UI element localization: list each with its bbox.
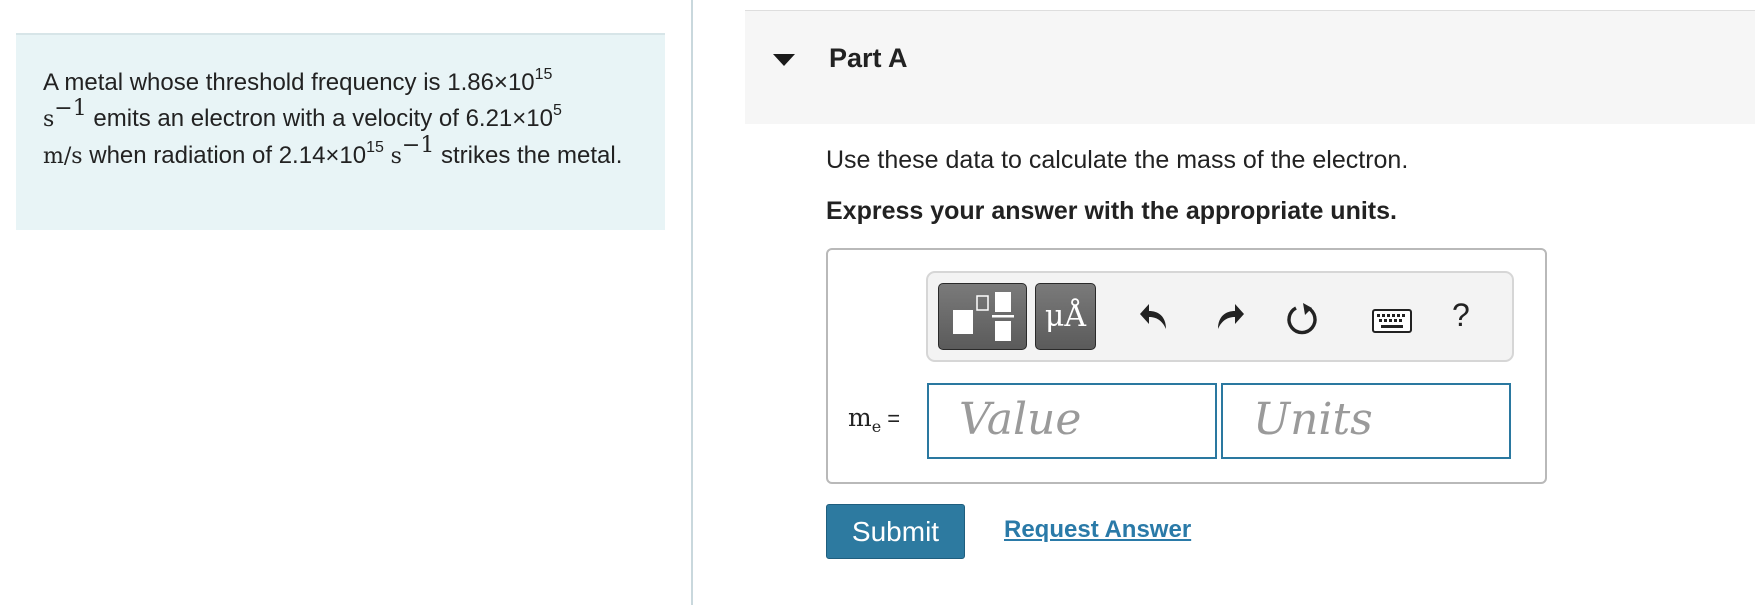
part-title: Part A: [829, 43, 908, 73]
equals-sign: =: [881, 406, 901, 431]
reset-icon[interactable]: [1284, 299, 1322, 337]
collapse-caret-icon[interactable]: [773, 54, 795, 66]
problem-text-1: A metal whose threshold frequency is 1.8…: [43, 69, 535, 96]
keyboard-icon[interactable]: [1372, 309, 1412, 333]
request-answer-link[interactable]: Request Answer: [1004, 516, 1191, 544]
var-symbol: m: [848, 403, 872, 432]
instruction-text: Use these data to calculate the mass of …: [826, 146, 1409, 174]
answer-variable-label: me =: [848, 403, 900, 436]
exp-1: 15: [534, 66, 553, 83]
units-hint: Express your answer with the appropriate…: [826, 197, 1397, 225]
help-icon[interactable]: ?: [1452, 297, 1470, 334]
problem-panel: A metal whose threshold frequency is 1.8…: [0, 0, 690, 605]
redo-icon[interactable]: [1212, 299, 1246, 333]
units-symbol: μÅ: [1044, 299, 1087, 334]
answer-box: μÅ ? me = Value Units: [826, 248, 1547, 484]
units-button[interactable]: μÅ: [1035, 283, 1096, 350]
exp-2: 5: [553, 102, 562, 119]
problem-text-4: strikes the metal.: [434, 142, 623, 169]
problem-text-3: when radiation of 2.14×10: [82, 142, 367, 169]
problem-text-2: emits an electron with a velocity of 6.2…: [86, 105, 553, 132]
problem-statement: A metal whose threshold frequency is 1.8…: [43, 65, 643, 175]
exp-neg1-2: −1: [401, 133, 435, 158]
math-toolbar: μÅ ?: [926, 271, 1514, 362]
templates-button[interactable]: [938, 283, 1027, 350]
exp-3: 15: [366, 139, 384, 156]
units-input[interactable]: Units: [1221, 383, 1511, 459]
unit-ms: m/s: [43, 144, 83, 169]
unit-s-1: s: [43, 107, 55, 132]
exp-neg1-1: −1: [54, 96, 87, 121]
problem-statement-box: A metal whose threshold frequency is 1.8…: [16, 33, 665, 230]
var-subscript: e: [871, 417, 882, 436]
templates-icon: [953, 292, 1014, 341]
value-input[interactable]: Value: [927, 383, 1217, 459]
submit-button[interactable]: Submit: [826, 504, 965, 559]
undo-icon[interactable]: [1138, 299, 1172, 333]
part-header[interactable]: Part A: [745, 10, 1755, 124]
unit-s-2: s: [390, 144, 402, 169]
panel-divider: [691, 0, 693, 605]
